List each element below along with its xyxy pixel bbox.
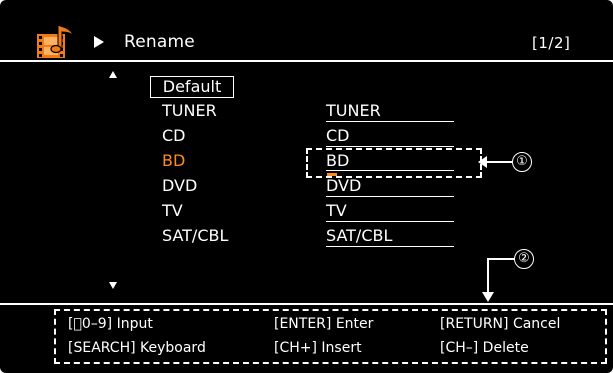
callout-line bbox=[484, 161, 512, 163]
name-field-tuner[interactable]: TUNER bbox=[326, 101, 454, 121]
name-field-cd[interactable]: CD bbox=[326, 126, 454, 146]
source-label-sat-cbl: SAT/CBL bbox=[162, 226, 229, 245]
source-label-tuner: TUNER bbox=[162, 101, 217, 120]
callout-arrow-icon bbox=[482, 292, 494, 302]
callout-badge-2: ② bbox=[514, 249, 534, 269]
name-field-dvd[interactable]: DVD bbox=[326, 176, 454, 196]
callout-line bbox=[487, 259, 489, 293]
help-return: [RETURN] Cancel bbox=[440, 316, 561, 332]
callout-line bbox=[487, 258, 515, 260]
source-label-cd: CD bbox=[162, 126, 186, 145]
source-label-dvd: DVD bbox=[162, 176, 198, 195]
source-label-bd: BD bbox=[162, 151, 186, 170]
rename-screen: Rename [1/2] Default TUNER CD BD DVD TV … bbox=[0, 0, 613, 373]
help-search: [SEARCH] Keyboard bbox=[68, 340, 206, 356]
name-field-sat-cbl[interactable]: SAT/CBL bbox=[326, 226, 454, 246]
help-input: [⃝0–9] Input bbox=[68, 316, 153, 332]
field-underline bbox=[326, 146, 454, 147]
help-delete: [CH–] Delete bbox=[440, 340, 529, 356]
header: Rename [1/2] bbox=[0, 0, 613, 58]
callout-badge-1: ① bbox=[512, 152, 532, 172]
field-underline bbox=[326, 246, 454, 247]
help-enter: [ENTER] Enter bbox=[274, 316, 374, 332]
footer-divider bbox=[0, 303, 613, 305]
page-title: Rename bbox=[124, 32, 195, 52]
field-underline bbox=[326, 196, 454, 197]
scroll-up-icon[interactable] bbox=[109, 71, 117, 78]
field-underline bbox=[326, 121, 454, 122]
scroll-down-icon[interactable] bbox=[109, 282, 117, 289]
header-divider bbox=[0, 60, 613, 62]
default-button[interactable]: Default bbox=[150, 76, 234, 98]
name-field-tv[interactable]: TV bbox=[326, 201, 454, 221]
page-indicator: [1/2] bbox=[532, 34, 571, 52]
film-music-icon bbox=[37, 25, 75, 58]
selected-field-highlight bbox=[306, 148, 482, 178]
field-underline bbox=[326, 221, 454, 222]
help-insert: [CH+] Insert bbox=[274, 340, 362, 356]
source-label-tv: TV bbox=[162, 201, 183, 220]
play-arrow-icon bbox=[94, 36, 104, 48]
